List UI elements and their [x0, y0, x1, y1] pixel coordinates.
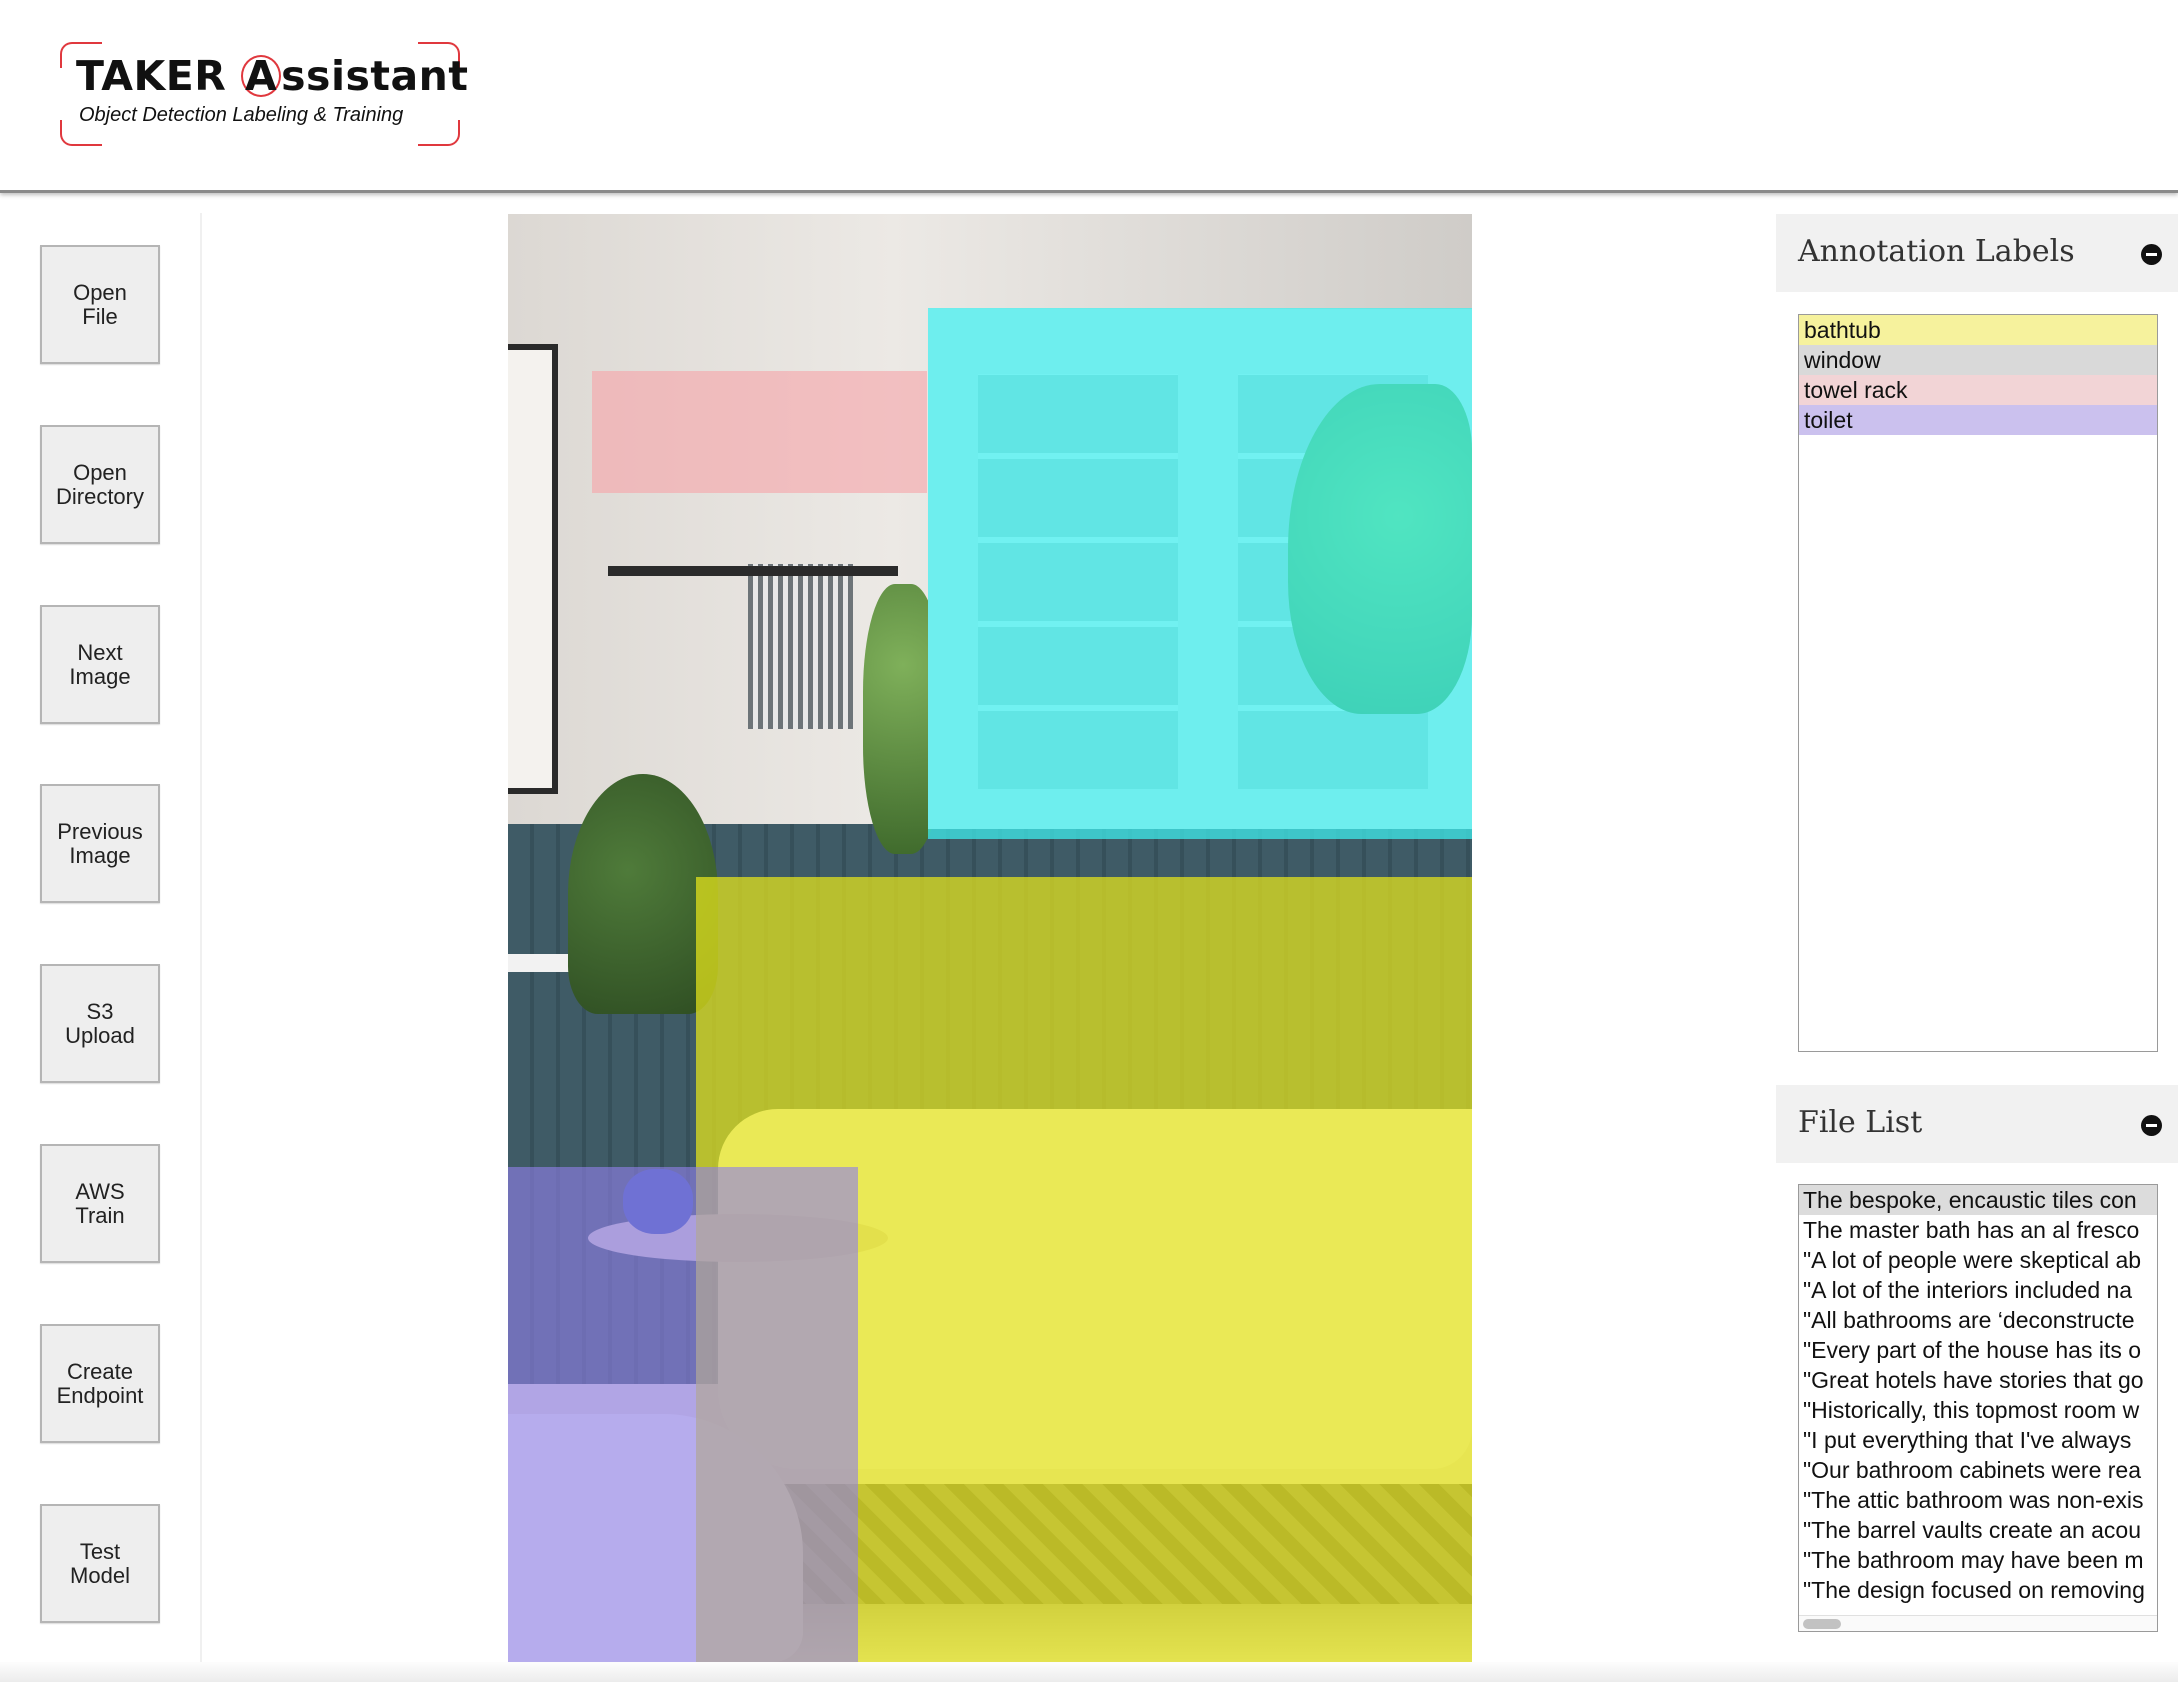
create-endpoint-button[interactable]: Create Endpoint — [40, 1324, 160, 1443]
file-list-item[interactable]: "All bathrooms are ‘deconstructe — [1799, 1305, 2157, 1335]
file-list-panel: File List The bespoke, encaustic tiles c… — [1776, 1085, 2178, 1665]
annotation-box-toilet[interactable] — [508, 1167, 858, 1662]
photo-rack-bar — [608, 566, 898, 576]
file-list-item[interactable]: "I put everything that I've always — [1799, 1425, 2157, 1455]
label-item-bathtub[interactable]: bathtub — [1799, 315, 2157, 345]
logo-title-start: TAKER — [76, 52, 242, 100]
file-listbox[interactable]: The bespoke, encaustic tiles con The mas… — [1798, 1184, 2158, 1632]
file-list-item[interactable]: "Our bathroom cabinets were rea — [1799, 1455, 2157, 1485]
annotation-labels-header: Annotation Labels — [1776, 214, 2178, 292]
file-list-item[interactable]: "A lot of the interiors included na — [1799, 1275, 2157, 1305]
aws-train-button[interactable]: AWS Train — [40, 1144, 160, 1263]
window-bottom-edge — [0, 1662, 2178, 1682]
logo-title-end: ssistant — [281, 52, 469, 100]
file-list-item[interactable]: "The attic bathroom was non-exis — [1799, 1485, 2157, 1515]
image-annotation-canvas[interactable] — [508, 214, 1472, 1662]
annotation-labels-panel: Annotation Labels bathtub window towel r… — [1776, 214, 2178, 1071]
previous-image-button[interactable]: Previous Image — [40, 784, 160, 903]
s3-upload-button[interactable]: S3 Upload — [40, 964, 160, 1083]
file-list-header: File List — [1776, 1085, 2178, 1163]
file-list-item[interactable]: "The design focused on removing — [1799, 1575, 2157, 1605]
logo-circled-letter: A — [241, 55, 282, 97]
file-list-title: File List — [1798, 1105, 1923, 1140]
open-file-button[interactable]: Open File — [40, 245, 160, 364]
app-header: TAKER Assistant Object Detection Labelin… — [0, 0, 2178, 193]
file-list-item[interactable]: "Great hotels have stories that go — [1799, 1365, 2157, 1395]
annotation-label-list[interactable]: bathtub window towel rack toilet — [1798, 314, 2158, 1052]
next-image-button[interactable]: Next Image — [40, 605, 160, 724]
logo-title: TAKER Assistant — [76, 52, 468, 100]
file-list-item[interactable]: "A lot of people were skeptical ab — [1799, 1245, 2157, 1275]
file-list-item[interactable]: The master bath has an al fresco — [1799, 1215, 2157, 1245]
label-item-window[interactable]: window — [1799, 345, 2157, 375]
file-list-item[interactable]: The bespoke, encaustic tiles con — [1799, 1185, 2157, 1215]
file-list-item[interactable]: "Every part of the house has its o — [1799, 1335, 2157, 1365]
photo-towel — [748, 564, 853, 729]
file-list-horizontal-scrollbar[interactable] — [1799, 1615, 2157, 1631]
file-list-item[interactable]: "Historically, this topmost room w — [1799, 1395, 2157, 1425]
label-item-towel-rack[interactable]: towel rack — [1799, 375, 2157, 405]
toolbar-sidebar: Open File Open Directory Next Image Prev… — [0, 213, 202, 1663]
annotation-box-window[interactable] — [928, 308, 1472, 839]
label-item-toilet[interactable]: toilet — [1799, 405, 2157, 435]
file-list-item[interactable]: "The barrel vaults create an acou — [1799, 1515, 2157, 1545]
annotation-box-towel-rack[interactable] — [592, 371, 927, 493]
logo-corner-bottom-right — [418, 120, 460, 146]
test-model-button[interactable]: Test Model — [40, 1504, 160, 1623]
file-list-item[interactable]: "The bathroom may have been m — [1799, 1545, 2157, 1575]
photo-picture-frame — [508, 344, 558, 794]
taker-assistant-logo: TAKER Assistant Object Detection Labelin… — [60, 42, 468, 146]
scrollbar-thumb[interactable] — [1803, 1619, 1841, 1629]
annotation-labels-title: Annotation Labels — [1798, 234, 2075, 269]
collapse-file-list-icon[interactable] — [2141, 1115, 2162, 1136]
open-directory-button[interactable]: Open Directory — [40, 425, 160, 544]
collapse-labels-icon[interactable] — [2141, 244, 2162, 265]
logo-subtitle: Object Detection Labeling & Training — [79, 104, 404, 126]
